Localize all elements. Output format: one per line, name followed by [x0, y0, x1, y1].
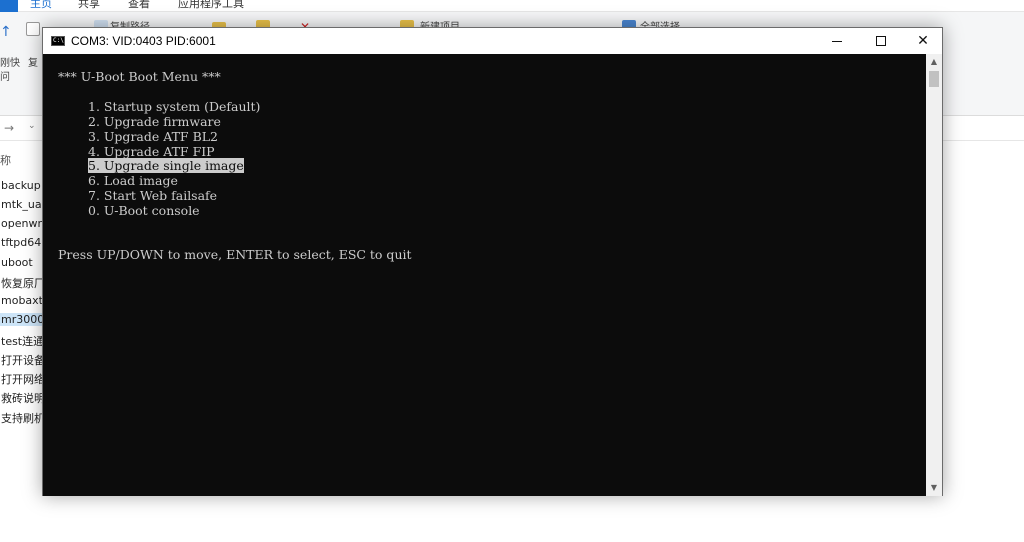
- console-icon-text: C:\: [53, 37, 64, 44]
- list-item[interactable]: 救砖说明: [1, 390, 43, 406]
- minimize-button[interactable]: [815, 28, 859, 54]
- copy-icon[interactable]: [26, 22, 40, 36]
- terminal-output[interactable]: *** U-Boot Boot Menu *** 1. Startup syst…: [43, 54, 926, 496]
- ribbon-frag-copy: 复: [28, 58, 38, 69]
- close-icon: ✕: [917, 33, 929, 49]
- boot-menu-item[interactable]: 2. Upgrade firmware: [88, 114, 221, 129]
- title-bar[interactable]: C:\ COM3: VID:0403 PID:6001 ✕: [43, 28, 942, 54]
- tab-view[interactable]: 查看: [128, 0, 150, 11]
- pin-icon[interactable]: ↑: [0, 24, 12, 40]
- close-button[interactable]: ✕: [901, 28, 945, 54]
- boot-menu-item-selected[interactable]: 5. Upgrade single image: [88, 158, 244, 173]
- list-item[interactable]: uboot: [1, 256, 43, 269]
- console-window: C:\ COM3: VID:0403 PID:6001 ✕ *** U-Boot…: [42, 27, 943, 496]
- list-item[interactable]: openwr: [1, 217, 43, 230]
- list-item[interactable]: 恢复原厂: [1, 275, 43, 291]
- list-item[interactable]: test连通: [1, 333, 43, 349]
- file-tab[interactable]: [0, 0, 18, 12]
- list-item[interactable]: 打开设备: [1, 352, 43, 368]
- navigation-pane: 称 backup mtk_uar openwr tftpd64 uboot 恢复…: [0, 142, 44, 542]
- boot-menu-item[interactable]: 3. Upgrade ATF BL2: [88, 129, 218, 144]
- list-item[interactable]: mtk_uar: [1, 198, 43, 211]
- menu-header: *** U-Boot Boot Menu ***: [58, 69, 221, 84]
- boot-menu-item[interactable]: 4. Upgrade ATF FIP: [88, 144, 215, 159]
- list-item[interactable]: 打开网络: [1, 371, 43, 387]
- boot-menu-item[interactable]: 6. Load image: [88, 173, 178, 188]
- maximize-button[interactable]: [859, 28, 903, 54]
- chevron-down-icon[interactable]: ⌄: [28, 121, 36, 131]
- boot-menu-item[interactable]: 1. Startup system (Default): [88, 99, 260, 114]
- boot-menu-item[interactable]: 0. U-Boot console: [88, 203, 200, 218]
- back-arrow-icon[interactable]: →: [4, 121, 14, 135]
- ribbon-frag-pin-1: 刚快: [0, 58, 20, 69]
- list-item[interactable]: 支持刷机: [1, 410, 43, 426]
- name-column-label: 称: [0, 154, 11, 167]
- minimize-icon: [832, 40, 842, 42]
- console-app-icon[interactable]: C:\: [51, 36, 65, 46]
- scroll-down-icon[interactable]: ▼: [926, 480, 942, 496]
- ribbon-frag-pin-2: 问: [0, 72, 10, 83]
- explorer-ribbon-tabs: 主页 共享 查看 应用程序工具: [0, 0, 1024, 12]
- tab-app-tools[interactable]: 应用程序工具: [178, 0, 244, 11]
- boot-menu-item[interactable]: 7. Start Web failsafe: [88, 188, 217, 203]
- navigation-hint: Press UP/DOWN to move, ENTER to select, …: [58, 247, 412, 262]
- list-item[interactable]: tftpd64: [1, 236, 43, 249]
- list-item[interactable]: backup: [1, 179, 43, 192]
- window-title: COM3: VID:0403 PID:6001: [71, 34, 216, 48]
- tab-home[interactable]: 主页: [30, 0, 52, 11]
- list-item[interactable]: mobaxt: [1, 294, 43, 307]
- scroll-up-icon[interactable]: ▲: [926, 54, 942, 70]
- vertical-scrollbar[interactable]: ▲ ▼: [926, 54, 942, 496]
- scrollbar-thumb[interactable]: [929, 71, 939, 87]
- list-item-selected[interactable]: mr3000: [0, 313, 42, 326]
- tab-share[interactable]: 共享: [78, 0, 100, 11]
- maximize-icon: [876, 36, 886, 46]
